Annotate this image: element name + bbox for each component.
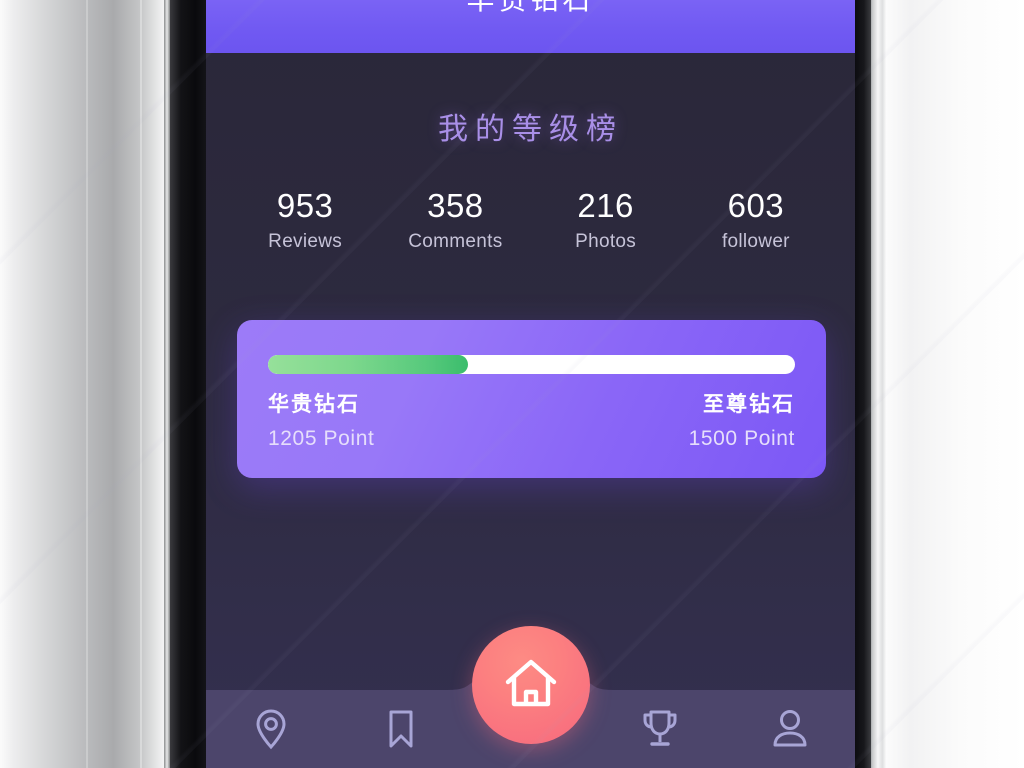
nav-location[interactable] [206,690,336,768]
phone-right-bezel [855,0,871,768]
stat-reviews-value: 953 [276,187,334,224]
phone-left-bezel [170,0,206,768]
stat-photos-value: 216 [577,187,634,224]
level-progress-track [268,355,795,374]
level-progress-card[interactable]: 华贵钻石 1205 Point 至尊钻石 1500 Point [237,320,826,478]
stat-follower: 603 follower [681,186,831,254]
phone-seam-b [140,0,142,768]
home-fab-button[interactable] [471,626,590,744]
page-title: 我的等级榜 [438,113,623,146]
header-title: 华贵钻石 [206,0,855,18]
stat-comments: 358 Comments [380,186,530,254]
level-card-labels: 华贵钻石 1205 Point 至尊钻石 1500 Point [268,390,795,453]
person-icon [773,710,807,747]
stat-reviews-label: Reviews [268,231,343,252]
nav-bookmark[interactable] [336,690,466,768]
stats-row: 953 Reviews 358 Comments 216 Photos 603 … [230,186,831,254]
bottom-navigation [206,626,855,768]
next-tier-name: 至尊钻石 [703,393,795,416]
nav-trophy[interactable] [595,690,725,768]
next-tier-points: 1500 Point [688,427,795,450]
stat-follower-label: follower [721,231,790,252]
current-tier-name: 华贵钻石 [268,393,360,416]
trophy-icon [643,710,677,746]
current-tier-points: 1205 Point [268,427,375,450]
stat-photos: 216 Photos [531,186,681,254]
home-icon [505,659,556,707]
phone-seam-a [86,0,88,768]
next-tier-block: 至尊钻石 1500 Point [689,390,795,453]
phone-right-rail [882,0,1024,768]
phone-screen: 华贵钻石 我的等级榜 953 Reviews 358 Comments 216 … [206,0,855,768]
location-pin-icon [256,709,286,750]
stat-comments-label: Comments [408,231,503,252]
app-header-band: 华贵钻石 [206,0,855,53]
level-progress-fill [268,355,469,374]
stat-comments-value: 358 [427,187,484,224]
stat-photos-label: Photos [575,231,637,252]
current-tier-block: 华贵钻石 1205 Point [268,390,374,453]
stat-reviews: 953 Reviews [230,186,380,254]
nav-profile[interactable] [725,690,855,768]
bookmark-icon [389,710,413,748]
stat-follower-value: 603 [727,187,785,224]
screenshot-stage: 华贵钻石 我的等级榜 953 Reviews 358 Comments 216 … [0,0,1024,768]
